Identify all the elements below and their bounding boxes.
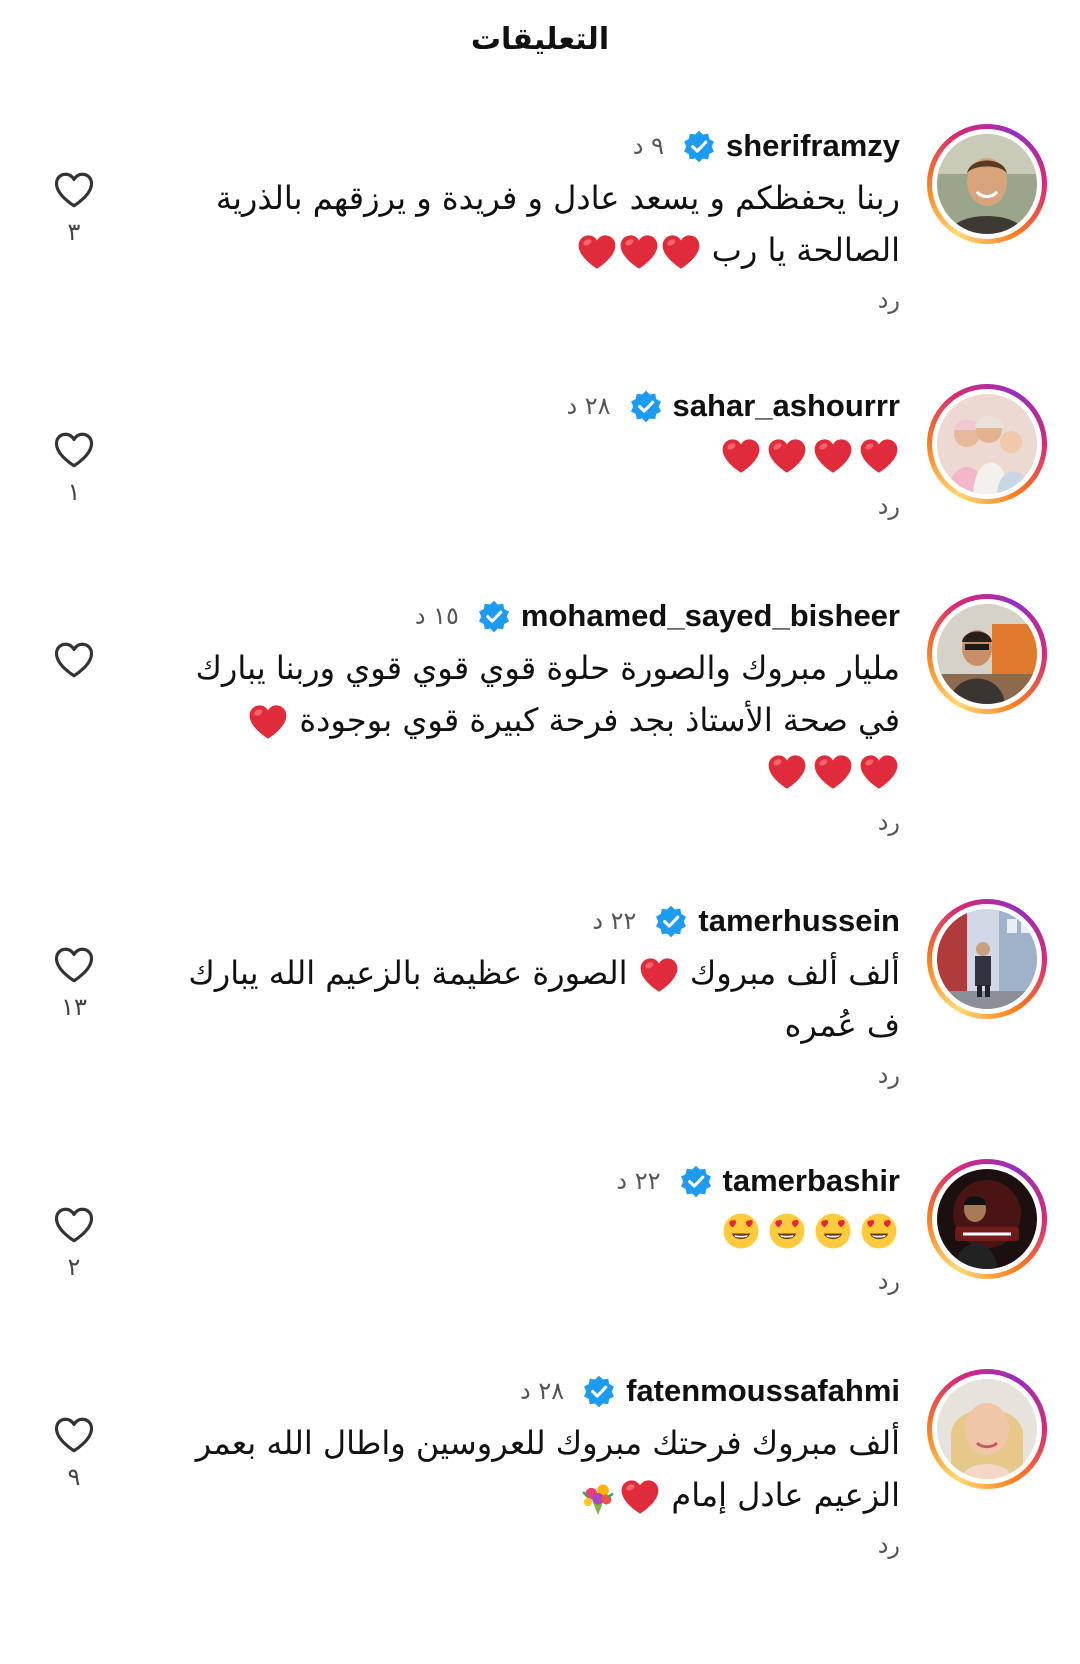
avatar-image (937, 909, 1037, 1009)
red-heart-emoji-icon (766, 752, 808, 792)
comment-body: fatenmoussafahmi ٢٨ د ألف مبروك فرحتك مب… (180, 1369, 900, 1559)
red-heart-emoji-icon (766, 436, 808, 476)
comment-text: ربنا يحفظكم و يسعد عادل و فريدة و يرزقهم… (180, 172, 900, 276)
comment-text-line: الصالحة يا رب (711, 231, 900, 269)
comment-text-line: ألف ألف مبروك (689, 954, 900, 992)
comment-text: مليار مبروك والصورة حلوة قوي قوي قوي ورب… (180, 642, 900, 798)
like-control: ٩ (52, 1415, 96, 1491)
comment-text-line: ربنا يحفظكم و يسعد عادل و فريدة و يرزقهم… (215, 179, 900, 217)
red-heart-emoji-icon (858, 436, 900, 476)
like-control (52, 640, 96, 688)
like-count: ٢ (67, 1253, 81, 1281)
like-control: ٣ (52, 170, 96, 246)
red-heart-emoji-icon (618, 232, 660, 272)
comment-emojis (180, 1205, 900, 1257)
smiling-heart-eyes-emoji-icon (720, 1211, 762, 1251)
username[interactable]: sahar_ashourrr (673, 388, 900, 424)
comment-body: sheriframzy ٩ د ربنا يحفظكم و يسعد عادل … (180, 124, 900, 314)
comment-time: ٢٨ د (566, 392, 611, 420)
comment-time: ٩ د (632, 132, 664, 160)
avatar[interactable] (927, 1159, 1047, 1279)
username[interactable]: tamerhussein (698, 903, 900, 939)
red-heart-emoji-icon (720, 436, 762, 476)
comment-text: ألف ألف مبروك الصورة عظيمة بالزعيم الله … (180, 947, 900, 1051)
comments-list: sheriframzy ٩ د ربنا يحفظكم و يسعد عادل … (0, 0, 1080, 1664)
comment-body: mohamed_sayed_bisheer ١٥ د مليار مبروك و… (180, 594, 901, 836)
comment-text-line: ألف مبروك فرحتك مبروك للعروسين واطال الل… (195, 1424, 900, 1462)
comment-text-line: الصورة عظيمة بالزعيم الله يبارك (188, 954, 628, 992)
like-count: ٣ (67, 218, 81, 246)
reply-button[interactable]: رد (180, 1267, 900, 1295)
comment-text-line: الزعيم عادل إمام (671, 1476, 900, 1514)
comment-time: ١٥ د (414, 602, 459, 630)
comment-text-line: مليار مبروك والصورة حلوة قوي قوي قوي ورب… (195, 649, 901, 687)
red-heart-emoji-icon (660, 232, 702, 272)
heart-outline-icon[interactable] (53, 1415, 95, 1455)
avatar[interactable] (927, 124, 1047, 244)
heart-outline-icon[interactable] (53, 430, 95, 470)
username[interactable]: tamerbashir (723, 1163, 900, 1199)
comment-body: tamerhussein ٢٢ د ألف ألف مبروك الصورة ع… (180, 899, 900, 1089)
smiling-heart-eyes-emoji-icon (766, 1211, 808, 1251)
reply-button[interactable]: رد (180, 1061, 900, 1089)
comment-body: sahar_ashourrr ٢٨ د رد (180, 384, 900, 520)
reply-button[interactable]: رد (180, 1531, 900, 1559)
verified-badge-icon (679, 1164, 713, 1198)
verified-badge-icon (477, 599, 511, 633)
avatar-image (937, 1379, 1037, 1479)
avatar[interactable] (927, 594, 1047, 714)
username[interactable]: sheriframzy (726, 128, 900, 164)
bouquet-emoji-icon (577, 1477, 619, 1517)
comment-time: ٢٢ د (592, 907, 637, 935)
smiling-heart-eyes-emoji-icon (858, 1211, 900, 1251)
avatar-image (937, 1169, 1037, 1269)
comment-time: ٢٢ د (616, 1167, 661, 1195)
like-control: ٢ (52, 1205, 96, 1281)
comment-text: ألف مبروك فرحتك مبروك للعروسين واطال الل… (180, 1417, 900, 1521)
like-count: ١ (67, 478, 81, 506)
heart-outline-icon[interactable] (53, 640, 95, 680)
avatar[interactable] (927, 899, 1047, 1019)
avatar[interactable] (927, 384, 1047, 504)
reply-button[interactable]: رد (180, 492, 900, 520)
avatar[interactable] (927, 1369, 1047, 1489)
comment-text-line: ف عُمره (784, 1006, 900, 1044)
username[interactable]: mohamed_sayed_bisheer (521, 598, 900, 634)
smiling-heart-eyes-emoji-icon (812, 1211, 854, 1251)
verified-badge-icon (654, 904, 688, 938)
like-count: ١٣ (61, 993, 87, 1021)
verified-badge-icon (582, 1374, 616, 1408)
comment-body: tamerbashir ٢٢ د رد (180, 1159, 900, 1295)
comment-emojis (180, 430, 900, 482)
username[interactable]: fatenmoussafahmi (626, 1373, 900, 1409)
like-control: ١ (52, 430, 96, 506)
avatar-image (937, 394, 1037, 494)
red-heart-emoji-icon (619, 1477, 661, 1517)
red-heart-emoji-icon (638, 955, 680, 995)
heart-outline-icon[interactable] (53, 170, 95, 210)
verified-badge-icon (682, 129, 716, 163)
reply-button[interactable]: رد (180, 808, 900, 836)
red-heart-emoji-icon (812, 436, 854, 476)
comment-time: ٢٨ د (519, 1377, 565, 1405)
like-control: ١٣ (52, 945, 96, 1021)
heart-outline-icon[interactable] (53, 1205, 95, 1245)
red-heart-emoji-icon (576, 232, 618, 272)
comment-text-line: في صحة الأستاذ بجد فرحة كبيرة قوي بوجودة (299, 701, 900, 739)
red-heart-emoji-icon (812, 752, 854, 792)
avatar-image (937, 604, 1037, 704)
avatar-image (937, 134, 1037, 234)
like-count: ٩ (67, 1463, 81, 1491)
verified-badge-icon (629, 389, 663, 423)
heart-outline-icon[interactable] (53, 945, 95, 985)
reply-button[interactable]: رد (180, 286, 900, 314)
red-heart-emoji-icon (858, 752, 900, 792)
red-heart-emoji-icon (247, 702, 289, 742)
